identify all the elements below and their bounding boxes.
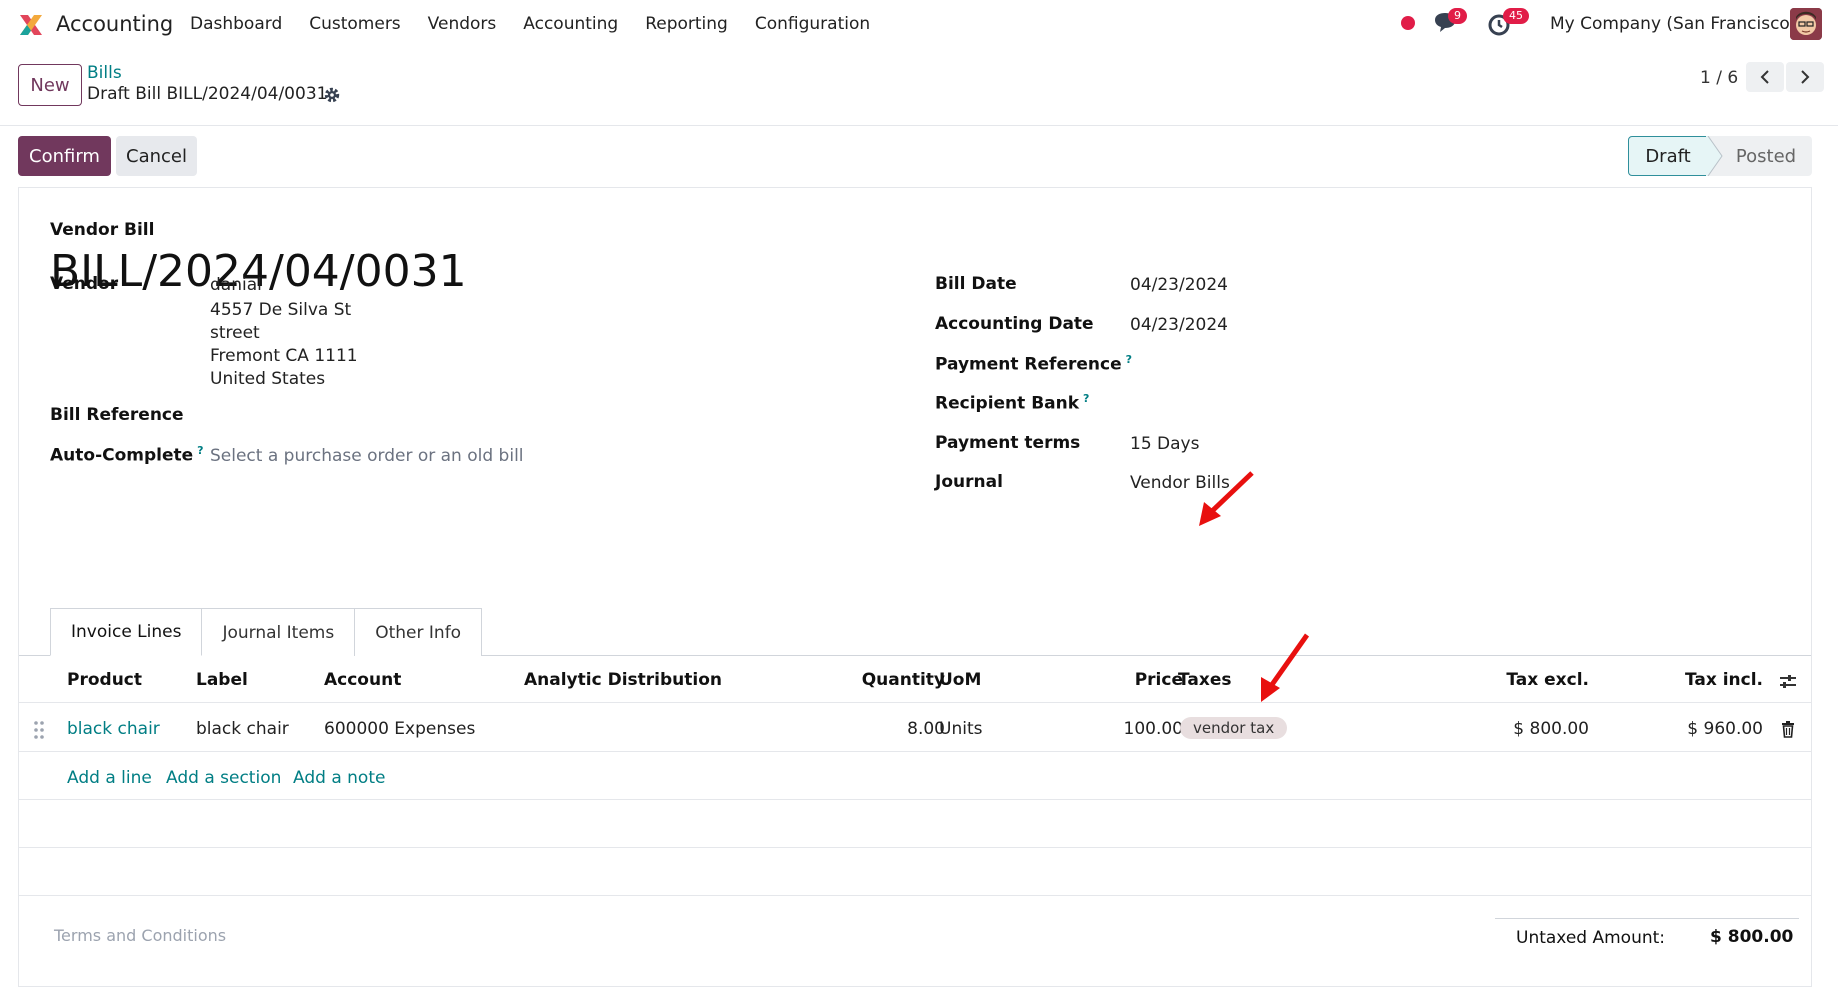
bill-date-label: Bill Date xyxy=(935,274,1017,294)
status-dot-icon[interactable] xyxy=(1401,16,1415,30)
cell-price[interactable]: 100.00 xyxy=(1099,719,1183,739)
table-row-divider xyxy=(19,751,1811,752)
bill-date-field[interactable]: 04/23/2024 xyxy=(1130,275,1228,295)
vendor-address-line: 4557 De Silva St xyxy=(210,300,352,320)
cell-quantity[interactable]: 8.00 xyxy=(855,719,945,739)
cell-product[interactable]: black chair xyxy=(67,719,160,739)
vendor-address-line: Fremont CA 1111 xyxy=(210,346,358,366)
drag-handle-icon[interactable] xyxy=(33,720,45,740)
table-footer-divider xyxy=(19,895,1811,896)
autocomplete-label: Auto-Complete? xyxy=(50,444,204,466)
bill-reference-input[interactable] xyxy=(210,402,640,428)
menu-reporting[interactable]: Reporting xyxy=(645,14,728,34)
annotation-arrow-icon xyxy=(1261,633,1310,702)
new-button[interactable]: New xyxy=(18,64,82,106)
accounting-date-field[interactable]: 04/23/2024 xyxy=(1130,315,1228,335)
payment-terms-label: Payment terms xyxy=(935,433,1081,453)
recipient-bank-input[interactable] xyxy=(1130,390,1550,416)
trash-icon[interactable] xyxy=(1781,721,1795,738)
col-uom[interactable]: UoM xyxy=(939,670,981,690)
autocomplete-input[interactable]: Select a purchase order or an old bill xyxy=(210,446,524,466)
cell-label[interactable]: black chair xyxy=(196,719,289,739)
col-product[interactable]: Product xyxy=(67,670,142,690)
col-quantity[interactable]: Quantity xyxy=(855,670,945,690)
document-type: Vendor Bill xyxy=(50,220,155,240)
col-price[interactable]: Price xyxy=(1099,670,1183,690)
tax-tag[interactable]: vendor tax xyxy=(1180,717,1288,739)
avatar-face-icon xyxy=(1790,8,1822,40)
breadcrumb-bills-link[interactable]: Bills xyxy=(87,63,122,83)
control-panel: New Bills Draft Bill BILL/2024/04/0031 1… xyxy=(0,48,1838,126)
autocomplete-label-text: Auto-Complete xyxy=(50,445,194,466)
activities-badge: 45 xyxy=(1503,8,1529,24)
help-tooltip-icon[interactable]: ? xyxy=(197,444,203,457)
breadcrumb-current: Draft Bill BILL/2024/04/0031 xyxy=(87,84,328,104)
payment-reference-label: Payment Reference? xyxy=(935,353,1132,375)
accounting-app-icon[interactable] xyxy=(17,11,45,39)
menu-configuration[interactable]: Configuration xyxy=(755,14,870,34)
add-line-link[interactable]: Add a line xyxy=(67,768,152,788)
payment-reference-input[interactable] xyxy=(1130,351,1550,377)
company-switcher[interactable]: My Company (San Francisco) xyxy=(1550,14,1796,34)
vendor-address-line: United States xyxy=(210,369,326,389)
table-row-divider xyxy=(19,799,1811,800)
pager-next-button[interactable] xyxy=(1786,62,1824,92)
bill-reference-label: Bill Reference xyxy=(50,405,184,425)
user-avatar[interactable] xyxy=(1790,8,1822,40)
terms-and-conditions-input[interactable]: Terms and Conditions xyxy=(54,926,226,945)
pager-previous-button[interactable] xyxy=(1746,62,1784,92)
menu-customers[interactable]: Customers xyxy=(309,14,400,34)
chevron-left-icon xyxy=(1760,70,1769,84)
column-settings-icon[interactable] xyxy=(1778,672,1798,692)
payment-terms-field[interactable]: 15 Days xyxy=(1130,434,1199,454)
col-tax-incl[interactable]: Tax incl. xyxy=(1619,670,1763,690)
add-note-link[interactable]: Add a note xyxy=(293,768,385,788)
journal-label: Journal xyxy=(935,472,1003,492)
cell-tax-excl: $ 800.00 xyxy=(1513,719,1589,739)
recipient-bank-label-text: Recipient Bank xyxy=(935,393,1080,414)
app-name[interactable]: Accounting xyxy=(56,12,173,36)
col-taxes[interactable]: Taxes xyxy=(1178,670,1232,690)
main-menu: Dashboard Customers Vendors Accounting R… xyxy=(190,14,897,34)
vendor-label: Vendor xyxy=(50,274,119,294)
messages-badge: 9 xyxy=(1448,8,1467,24)
cell-uom[interactable]: Units xyxy=(939,719,982,739)
recipient-bank-label: Recipient Bank? xyxy=(935,392,1089,414)
gear-icon[interactable] xyxy=(323,86,341,104)
table-header-divider xyxy=(19,702,1811,703)
cancel-button[interactable]: Cancel xyxy=(116,136,197,176)
menu-vendors[interactable]: Vendors xyxy=(428,14,497,34)
col-analytic[interactable]: Analytic Distribution xyxy=(524,670,722,690)
col-tax-excl[interactable]: Tax excl. xyxy=(1459,670,1589,690)
status-arrow-icon xyxy=(1706,136,1723,176)
confirm-button[interactable]: Confirm xyxy=(18,136,111,176)
chevron-right-icon xyxy=(1801,70,1810,84)
untaxed-amount-label: Untaxed Amount: xyxy=(1516,928,1666,948)
tab-invoice-lines[interactable]: Invoice Lines xyxy=(50,608,203,656)
vendor-name[interactable]: danial xyxy=(210,275,262,295)
vendor-address-line: street xyxy=(210,323,260,343)
add-section-link[interactable]: Add a section xyxy=(166,768,281,788)
annotation-arrow-icon xyxy=(1199,471,1254,526)
untaxed-amount-value: $ 800.00 xyxy=(1710,927,1794,947)
table-row-divider xyxy=(19,847,1811,848)
cell-account[interactable]: 600000 Expenses xyxy=(324,719,475,739)
form-sheet: Vendor Bill BILL/2024/04/0031 Vendor dan… xyxy=(18,187,1812,987)
pager-value[interactable]: 1 / 6 xyxy=(1700,68,1738,88)
accounting-date-label: Accounting Date xyxy=(935,314,1094,334)
menu-accounting[interactable]: Accounting xyxy=(523,14,618,34)
status-draft[interactable]: Draft xyxy=(1628,136,1708,176)
menu-dashboard[interactable]: Dashboard xyxy=(190,14,282,34)
col-account[interactable]: Account xyxy=(324,670,401,690)
tab-other-info[interactable]: Other Info xyxy=(354,608,483,656)
totals-divider xyxy=(1495,918,1799,919)
top-navbar: Accounting Dashboard Customers Vendors A… xyxy=(0,0,1838,48)
tab-journal-items[interactable]: Journal Items xyxy=(201,608,356,656)
help-tooltip-icon[interactable]: ? xyxy=(1083,392,1089,405)
payment-reference-label-text: Payment Reference xyxy=(935,354,1122,375)
col-label[interactable]: Label xyxy=(196,670,248,690)
notebook-tabs: Invoice Lines Journal Items Other Info xyxy=(50,608,483,656)
cell-tax-incl: $ 960.00 xyxy=(1687,719,1763,739)
